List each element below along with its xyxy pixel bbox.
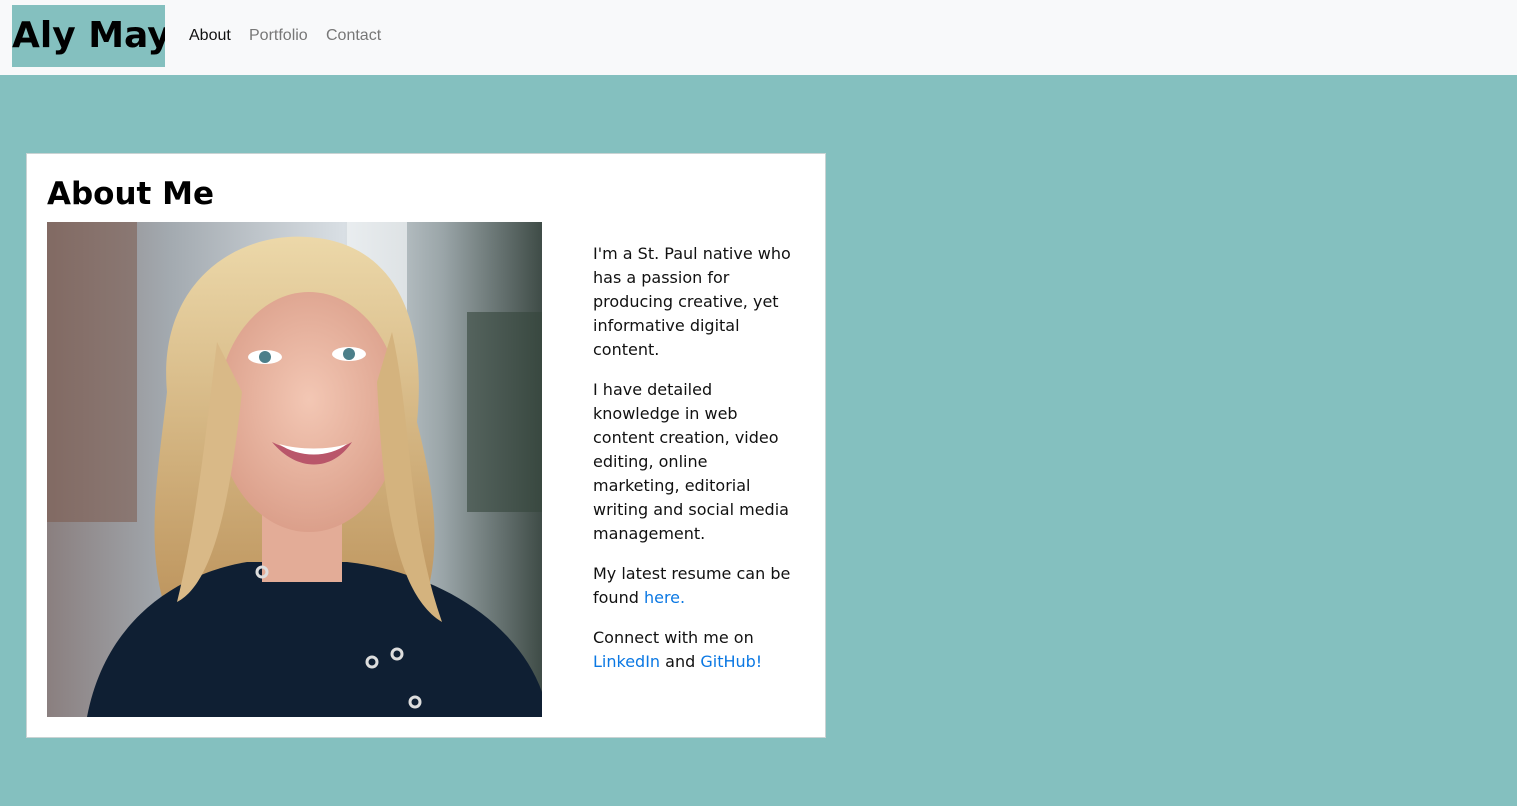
about-paragraph-connect: Connect with me on LinkedIn and GitHub! <box>593 626 793 674</box>
top-navbar: Aly May About Portfolio Contact <box>0 0 1517 75</box>
brand-logo-link[interactable]: Aly May <box>12 5 165 67</box>
connect-and-text: and <box>660 652 701 671</box>
nav-link-about[interactable]: About <box>189 26 231 46</box>
linkedin-link[interactable]: LinkedIn <box>593 652 660 671</box>
nav-link-portfolio[interactable]: Portfolio <box>249 26 308 46</box>
about-title: About Me <box>47 176 215 212</box>
github-link[interactable]: GitHub! <box>700 652 762 671</box>
connect-text: Connect with me on <box>593 628 754 647</box>
nav-link-contact[interactable]: Contact <box>326 26 381 46</box>
resume-text: My latest resume can be found <box>593 564 791 607</box>
about-text: I'm a St. Paul native who has a passion … <box>593 242 793 690</box>
about-paragraph-intro: I'm a St. Paul native who has a passion … <box>593 244 791 359</box>
about-paragraph-skills: I have detailed knowledge in web content… <box>593 380 789 543</box>
about-card: About Me I'm a St. Paul native who has a… <box>26 153 826 738</box>
profile-photo <box>47 222 542 717</box>
resume-link[interactable]: here. <box>644 588 685 607</box>
about-paragraph-resume: My latest resume can be found here. <box>593 562 793 610</box>
